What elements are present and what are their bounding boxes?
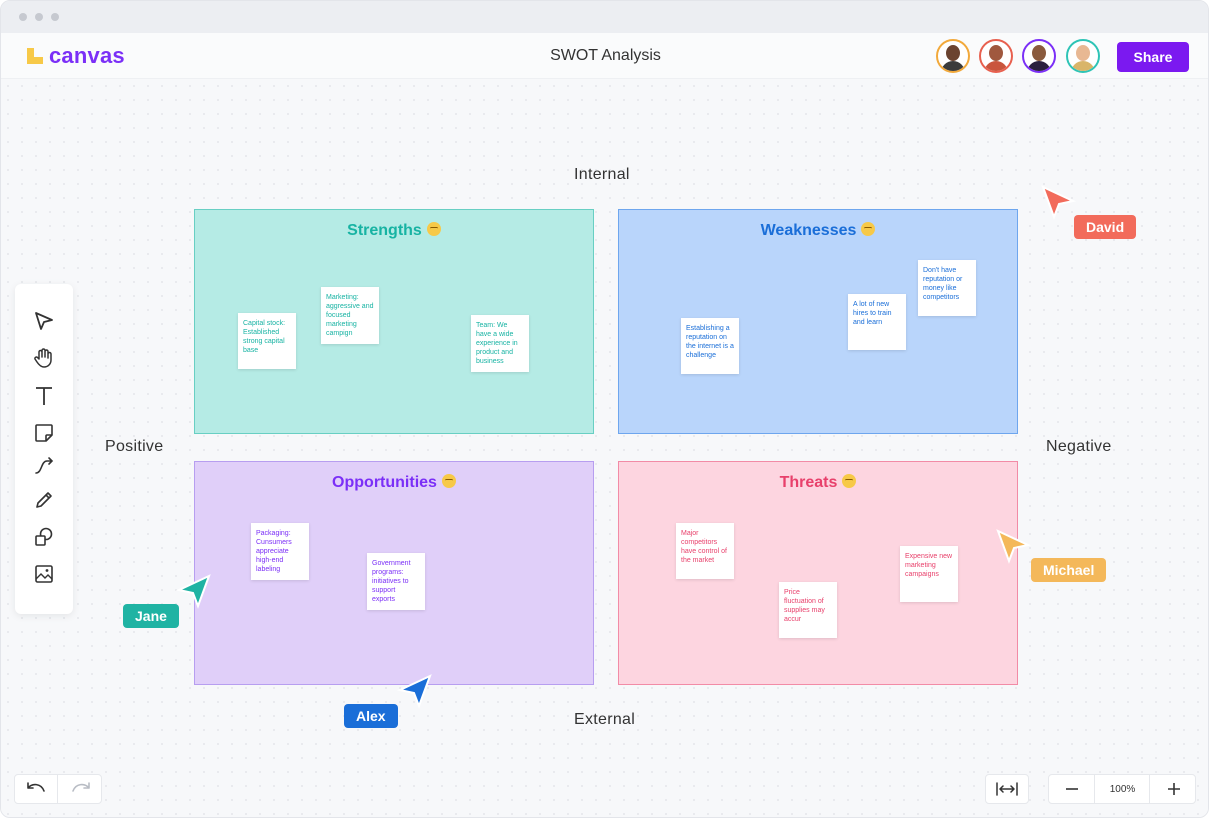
avatar-2[interactable] (979, 39, 1013, 73)
fit-width-icon (996, 782, 1018, 796)
sticky-note-icon (35, 424, 53, 442)
zoom-controls: 100% (1048, 774, 1196, 804)
window-dot (35, 13, 43, 21)
fit-width-control (985, 774, 1029, 804)
hand-icon (34, 348, 52, 368)
scream-emoji-icon (842, 474, 857, 488)
pencil-icon (36, 492, 52, 508)
select-tool[interactable] (32, 309, 56, 333)
cursor-arrow-icon (175, 574, 211, 609)
zoom-level[interactable]: 100% (1096, 775, 1150, 803)
sticky-note-tool[interactable] (32, 421, 56, 445)
share-button[interactable]: Share (1117, 42, 1189, 72)
tool-palette (15, 284, 73, 614)
quadrant-opportunities[interactable]: Opportunities Packaging: Cunsumers appre… (194, 461, 594, 685)
pointer-icon (35, 312, 53, 330)
zoom-out-button[interactable] (1049, 775, 1095, 803)
cursor-label-alex: Alex (344, 704, 398, 728)
avatar-4[interactable] (1066, 39, 1100, 73)
avatar-3[interactable] (1022, 39, 1056, 73)
whiteboard-canvas[interactable] (1, 79, 1208, 817)
shapes-icon (35, 527, 53, 546)
zoom-in-button[interactable] (1151, 775, 1196, 803)
sticky-note[interactable]: Price fluctuation of supplies may accur (779, 582, 837, 638)
quadrant-title: Threats (619, 474, 1017, 492)
window-chrome (1, 1, 1208, 33)
window-dot (51, 13, 59, 21)
axis-label-left: Positive (105, 438, 164, 455)
sticky-note[interactable]: A lot of new hires to train and learn (848, 294, 906, 350)
sticky-note[interactable]: Government programs: initiatives to supp… (367, 553, 425, 610)
axis-label-top: Internal (574, 166, 630, 183)
avatar-1[interactable] (936, 39, 970, 73)
sticky-note[interactable]: Major competitors have control of the ma… (676, 523, 734, 579)
sticky-note[interactable]: Expensive new marketing campaigns (900, 546, 958, 602)
top-bar: canvas SWOT Analysis Share (1, 33, 1208, 79)
quadrant-title: Weaknesses (619, 222, 1017, 240)
cursor-arrow-icon (996, 529, 1032, 564)
sticky-note[interactable]: Establishing a reputation on the interne… (681, 318, 739, 374)
smile-emoji-icon (426, 222, 441, 236)
cursor-arrow-icon (396, 674, 432, 709)
history-controls (14, 774, 102, 804)
hand-tool[interactable] (32, 346, 56, 370)
undo-icon (27, 782, 45, 792)
shapes-tool[interactable] (32, 525, 56, 549)
redo-icon (71, 782, 90, 792)
plus-icon (1167, 783, 1180, 795)
cursor-arrow-icon (1041, 185, 1077, 220)
quadrant-title: Strengths (195, 222, 593, 240)
sticky-note[interactable]: Packaging: Cunsumers appreciate high-end… (251, 523, 309, 580)
redo-button[interactable] (59, 775, 102, 803)
sticky-note[interactable]: Team: We have a wide experience in produ… (471, 315, 529, 372)
quadrant-weaknesses[interactable]: Weaknesses Establishing a reputation on … (618, 209, 1018, 434)
pen-tool[interactable] (32, 488, 56, 512)
app-window: canvas SWOT Analysis Share Internal Exte… (0, 0, 1209, 818)
fit-width-button[interactable] (986, 775, 1028, 803)
undo-button[interactable] (15, 775, 58, 803)
text-icon (36, 387, 52, 405)
sticky-note[interactable]: Marketing: aggressive and focused market… (321, 287, 379, 344)
window-dot (19, 13, 27, 21)
sticky-note[interactable]: Don't have reputation or money like comp… (918, 260, 976, 316)
quadrant-threats[interactable]: Threats Major competitors have control o… (618, 461, 1018, 685)
text-tool[interactable] (32, 384, 56, 408)
minus-icon (1065, 788, 1078, 790)
quadrant-title: Opportunities (195, 474, 593, 492)
cursor-label-michael: Michael (1031, 558, 1107, 582)
axis-label-bottom: External (574, 711, 636, 728)
sticky-note[interactable]: Capital stock: Established strong capita… (238, 313, 296, 369)
image-tool[interactable] (32, 562, 56, 586)
connector-icon (35, 457, 54, 474)
connector-tool[interactable] (32, 454, 56, 478)
quadrant-strengths[interactable]: Strengths Capital stock: Established str… (194, 209, 594, 434)
image-icon (35, 565, 53, 583)
happy-emoji-icon (441, 474, 456, 488)
axis-label-right: Negative (1046, 438, 1112, 455)
neutral-emoji-icon (861, 222, 876, 236)
cursor-label-jane: Jane (123, 604, 179, 628)
cursor-label-david: David (1074, 215, 1137, 239)
